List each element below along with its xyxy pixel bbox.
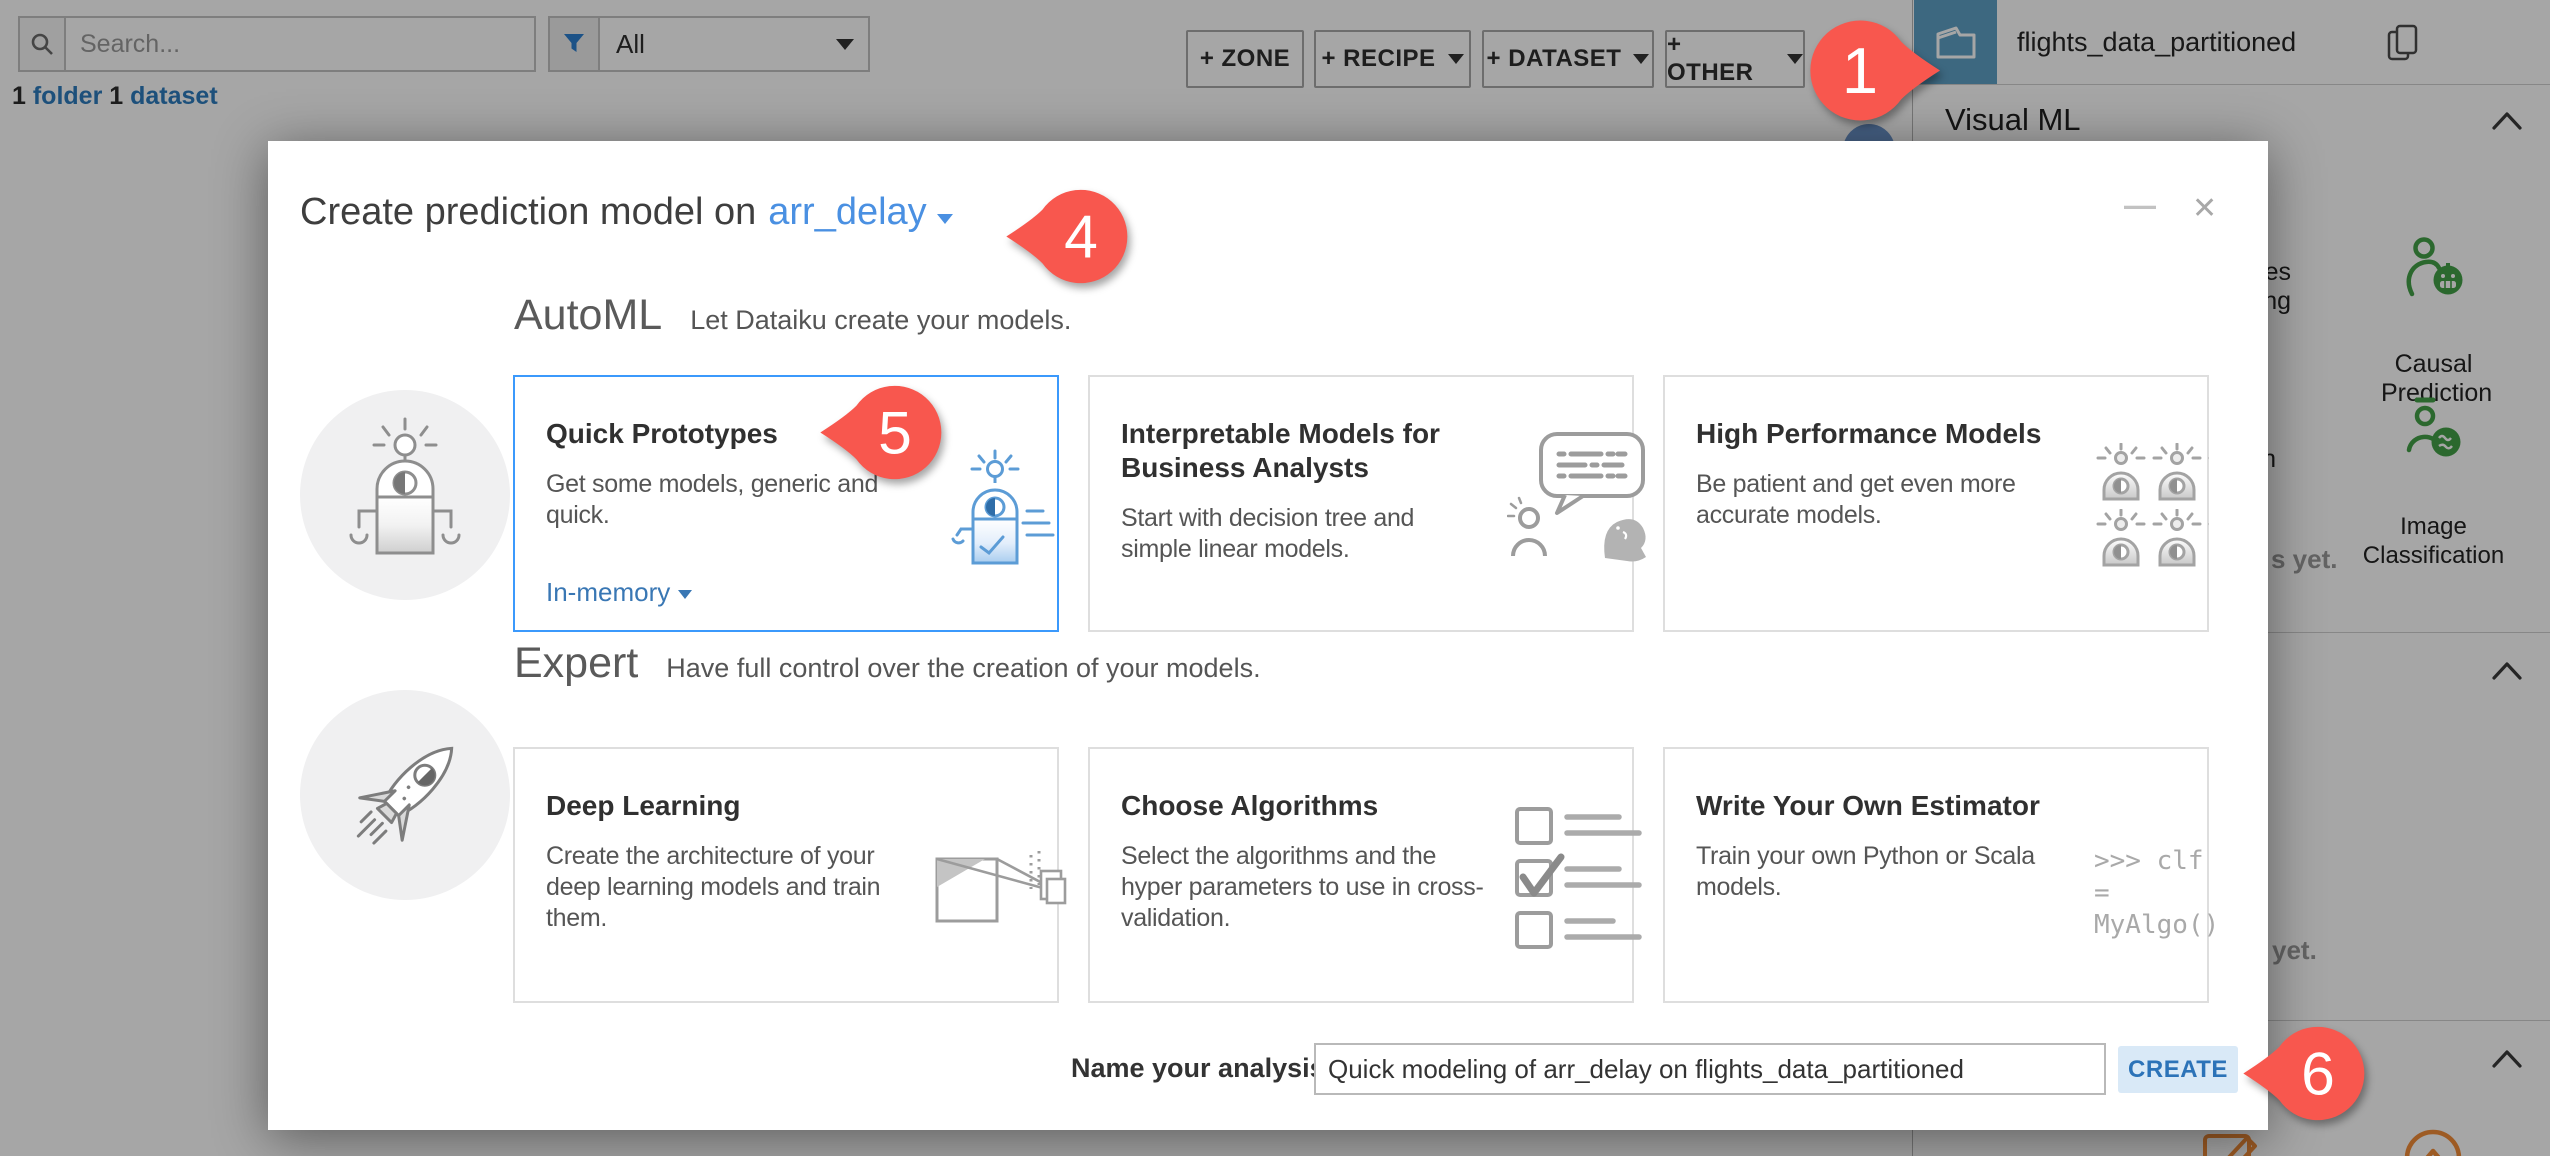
backend-selector-link[interactable]: In-memory	[546, 577, 693, 608]
create-prediction-model-dialog: Create prediction model on arr_delay — ✕ …	[268, 141, 2268, 1130]
svg-text:4: 4	[1064, 203, 1098, 271]
expert-rocket-illustration	[300, 690, 510, 900]
automl-robot-illustration	[300, 390, 510, 600]
card-description: Select the algorithms and the hyper para…	[1121, 842, 1484, 932]
card-description: Train your own Python or Scala models.	[1696, 842, 2035, 901]
dialog-title: Create prediction model on arr_delay	[300, 191, 953, 234]
card-high-performance[interactable]: High Performance Models Be patient and g…	[1663, 375, 2209, 632]
card-write-estimator[interactable]: Write Your Own Estimator Train your own …	[1663, 747, 2219, 1003]
card-title: High Performance Models	[1696, 418, 2042, 449]
dialog-title-prefix: Create prediction model on	[300, 191, 757, 233]
analysis-name-input[interactable]	[1314, 1043, 2106, 1095]
callout-marker-6: 6	[2243, 1026, 2365, 1121]
automl-subtitle: Let Dataiku create your models.	[690, 305, 1072, 335]
create-button[interactable]: CREATE	[2118, 1046, 2238, 1093]
expert-subtitle: Have full control over the creation of y…	[666, 653, 1261, 683]
automl-section-header: AutoML Let Dataiku create your models.	[514, 291, 1071, 340]
svg-text:6: 6	[2301, 1040, 2335, 1108]
card-title: Choose Algorithms	[1121, 790, 1379, 821]
target-column-dropdown[interactable]: arr_delay	[768, 191, 926, 233]
code-snippet: >>> clf = MyAlgo()	[2094, 846, 2220, 940]
svg-text:1: 1	[1842, 34, 1878, 107]
chevron-down-icon	[678, 590, 693, 599]
card-deep-learning[interactable]: Deep Learning Create the architecture of…	[513, 747, 1067, 1003]
checklist-icon	[1515, 807, 1643, 960]
chevron-down-icon	[936, 214, 953, 224]
card-choose-algorithms[interactable]: Choose Algorithms Select the algorithms …	[1088, 747, 1642, 1003]
card-title: Write Your Own Estimator	[1696, 790, 2040, 821]
minimize-button[interactable]: —	[2124, 187, 2156, 224]
callout-marker-1: 1	[1810, 20, 1940, 121]
card-description: Start with decision tree and simple line…	[1121, 504, 1415, 563]
card-description: Create the architecture of your deep lea…	[546, 842, 881, 932]
card-quick-prototypes[interactable]: Quick Prototypes Get some models, generi…	[513, 375, 1059, 632]
callout-marker-5: 5	[820, 385, 942, 480]
svg-text:5: 5	[878, 399, 912, 467]
quick-prototypes-robot-icon	[951, 449, 1055, 580]
card-description: Be patient and get even more accurate mo…	[1696, 470, 2016, 529]
card-interpretable-models[interactable]: Interpretable Models for Business Analys…	[1088, 375, 1646, 632]
close-icon[interactable]: ✕	[2192, 191, 2217, 226]
backend-selector-label: In-memory	[546, 577, 671, 607]
card-title: Quick Prototypes	[546, 418, 778, 449]
automl-heading: AutoML	[514, 291, 663, 339]
analysis-name-label: Name your analysis	[1071, 1053, 1325, 1083]
expert-heading: Expert	[514, 639, 639, 687]
card-title: Interpretable Models for Business Analys…	[1121, 418, 1440, 483]
callout-marker-4: 4	[1006, 189, 1128, 284]
business-analysts-chat-icon	[1506, 432, 1649, 569]
deep-learning-network-icon	[935, 831, 1067, 932]
robot-crowd-icon	[2095, 443, 2209, 571]
expert-section-header: Expert Have full control over the creati…	[514, 639, 1261, 688]
card-title: Deep Learning	[546, 790, 741, 821]
